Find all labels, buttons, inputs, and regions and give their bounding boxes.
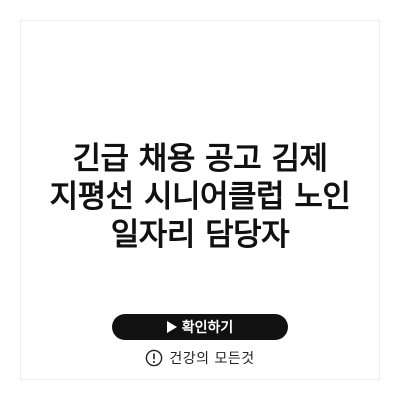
thumbnail-card: 긴급 채용 공고 김제 지평선 시니어클럽 노인 일자리 담당자 확인하기 건강…	[0, 0, 400, 400]
headline-line-1: 긴급 채용 공고 김제	[72, 141, 328, 177]
headline-line-3: 일자리 담당자	[110, 217, 290, 253]
brand-footer: 건강의 모든것	[0, 346, 400, 370]
play-triangle-icon	[166, 321, 177, 333]
brand-name: 건강의 모든것	[169, 351, 255, 367]
confirm-button-label: 확인하기	[181, 320, 234, 336]
exclamation-circle-icon	[145, 349, 163, 367]
headline-line-2: 지평선 시니어클럽 노인	[49, 179, 351, 215]
confirm-button[interactable]: 확인하기	[112, 314, 288, 340]
headline: 긴급 채용 공고 김제 지평선 시니어클럽 노인 일자리 담당자	[0, 140, 400, 254]
